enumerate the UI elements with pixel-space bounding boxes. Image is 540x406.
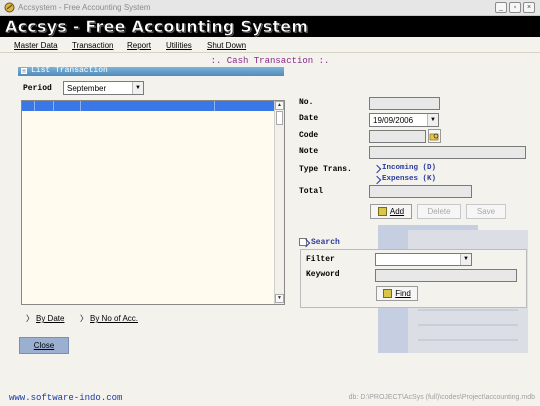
find-icon [383,289,393,299]
filter-label: Filter [306,255,335,264]
minimize-icon[interactable]: _ [495,2,507,13]
app-window: Accsystem - Free Accounting System _ ▫ ×… [0,0,540,406]
transaction-grid[interactable]: ▲ ▼ [21,100,285,305]
close-button[interactable]: Close [19,337,69,354]
chevron-down-icon[interactable]: ▼ [427,114,438,126]
grid-scrollbar[interactable]: ▲ ▼ [274,101,284,304]
menu-utilities[interactable]: Utilities [166,41,192,50]
chevron-right-icon: 〉 [80,314,88,323]
website-url[interactable]: www.software-indo.com [9,393,122,403]
title-bar: Accsystem - Free Accounting System _ ▫ × [0,0,540,16]
app-banner: Accsys - Free Accounting System [0,16,540,37]
db-path: db: D:\PROJECT\AcSys (full)\codes\Projec… [348,394,535,401]
add-icon [377,207,387,217]
filter-select[interactable]: ▼ [375,253,472,266]
code-lookup-button[interactable] [428,129,441,143]
chevron-down-icon[interactable]: ▼ [132,82,143,94]
period-label: Period [23,84,52,93]
close-window-icon[interactable]: × [523,2,535,13]
search-label[interactable]: Search [311,238,340,247]
date-value: 19/09/2006 [373,116,414,125]
save-button[interactable]: Save [466,204,506,219]
scroll-down-icon[interactable]: ▼ [275,294,284,303]
no-field[interactable] [369,97,440,110]
banner-title: Accsys - Free Accounting System [5,17,309,37]
menu-transaction[interactable]: Transaction [72,41,114,50]
type-expenses-option[interactable]: Expenses (K) [382,175,436,183]
code-field[interactable] [369,130,426,143]
period-select[interactable]: September ▼ [63,81,144,95]
keyword-input[interactable] [375,269,517,282]
menu-shut-down[interactable]: Shut Down [207,41,246,50]
date-picker[interactable]: 19/09/2006 ▼ [369,113,439,127]
scroll-thumb[interactable] [276,111,283,125]
scroll-up-icon[interactable]: ▲ [275,101,284,110]
no-label: No. [299,98,314,107]
note-label: Note [299,147,319,156]
keyword-label: Keyword [306,270,340,279]
collapse-icon[interactable]: - [21,68,27,74]
chevron-right-icon: 〉 [26,314,34,323]
menu-master-data[interactable]: Master Data [14,41,58,50]
type-trans-label: Type Trans. [299,165,352,174]
period-value: September [67,84,107,93]
folder-search-icon [429,133,439,141]
delete-button[interactable]: Delete [417,204,461,219]
list-transaction-title: List Transaction [31,66,108,75]
maximize-icon[interactable]: ▫ [509,2,521,13]
status-bar: www.software-indo.com db: D:\PROJECT\AcS… [0,392,540,406]
window-title: Accsystem - Free Accounting System [18,3,151,12]
date-label: Date [299,114,319,123]
total-field[interactable] [369,185,472,198]
menu-report[interactable]: Report [127,41,151,50]
type-incoming-option[interactable]: Incoming (D) [382,164,436,172]
add-button[interactable]: Add [370,204,412,219]
list-transaction-header: - List Transaction [18,66,284,76]
code-label: Code [299,131,319,140]
note-field[interactable] [369,146,526,159]
grid-header-row [22,101,275,111]
by-date-link[interactable]: 〉 By Date [26,313,64,324]
form-title: :. Cash Transaction :. [210,56,330,66]
total-label: Total [299,187,324,196]
app-icon [4,2,15,13]
by-acc-link[interactable]: 〉 By No of Acc. [80,313,138,324]
menu-bar: Master Data Transaction Report Utilities… [0,38,540,53]
find-button[interactable]: Find [376,286,418,301]
chevron-down-icon[interactable]: ▼ [460,254,471,265]
